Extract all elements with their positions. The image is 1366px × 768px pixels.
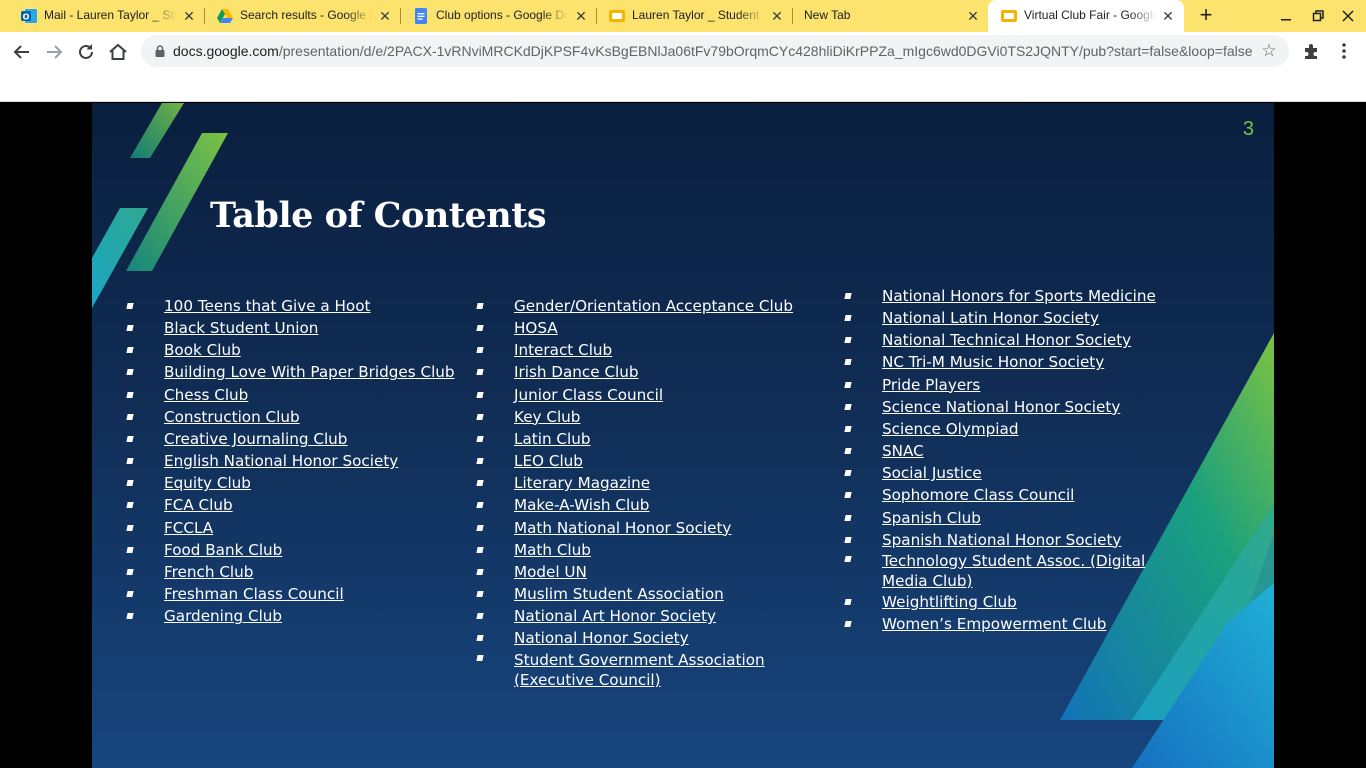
svg-text:O: O xyxy=(23,13,30,22)
toc-link[interactable]: Women’s Empowerment Club xyxy=(882,613,1162,635)
home-icon[interactable] xyxy=(105,39,131,65)
toc-link[interactable]: Food Bank Club xyxy=(164,539,455,561)
google-drive-icon xyxy=(216,7,234,25)
browser-toolbar: docs.google.com/presentation/d/e/2PACX-1… xyxy=(0,32,1366,71)
toc-link[interactable]: LEO Club xyxy=(514,450,804,472)
minimize-icon[interactable] xyxy=(1276,6,1296,26)
tab-mail[interactable]: O Mail - Lauren Taylor _ Student ✕ xyxy=(8,0,204,32)
toc-link[interactable]: Social Justice xyxy=(882,462,1162,484)
forward-arrow-icon[interactable] xyxy=(41,39,67,65)
toc-link[interactable]: Black Student Union xyxy=(164,317,455,339)
url-host: docs.google.com xyxy=(173,43,279,59)
toc-column-2: Gender/Orientation Acceptance Club HOSA In… xyxy=(514,295,804,690)
toc-link[interactable]: Equity Club xyxy=(164,472,455,494)
close-icon[interactable]: ✕ xyxy=(964,7,982,25)
toc-link[interactable]: Gardening Club xyxy=(164,605,455,627)
toc-link[interactable]: Construction Club xyxy=(164,406,455,428)
toc-link[interactable]: Weightlifting Club xyxy=(882,591,1162,613)
address-bar[interactable]: docs.google.com/presentation/d/e/2PACX-1… xyxy=(141,35,1289,67)
toc-link[interactable]: Math National Honor Society xyxy=(514,517,804,539)
reload-icon[interactable] xyxy=(73,39,99,65)
tab-title: Mail - Lauren Taylor _ Student xyxy=(44,8,176,22)
toc-link[interactable]: Science National Honor Society xyxy=(882,396,1162,418)
toc-link[interactable]: National Art Honor Society xyxy=(514,605,804,627)
toc-column-3: National Honors for Sports Medicine Natio… xyxy=(882,285,1162,635)
toc-link[interactable]: SNAC xyxy=(882,440,1162,462)
google-docs-icon xyxy=(412,7,430,25)
toc-link[interactable]: NC Tri-M Music Honor Society xyxy=(882,351,1162,373)
toc-link[interactable]: French Club xyxy=(164,561,455,583)
close-icon[interactable]: ✕ xyxy=(572,7,590,25)
toc-link[interactable]: Freshman Class Council xyxy=(164,583,455,605)
tab-title: Search results - Google Drive xyxy=(240,8,372,22)
close-icon[interactable]: ✕ xyxy=(1159,7,1177,25)
toc-link[interactable]: Latin Club xyxy=(514,428,804,450)
tab-club-options-doc[interactable]: Club options - Google Docs ✕ xyxy=(400,0,596,32)
toc-link[interactable]: Make-A-Wish Club xyxy=(514,494,804,516)
google-slides-icon xyxy=(1000,7,1018,25)
toc-link[interactable]: Science Olympiad xyxy=(882,418,1162,440)
toc-link[interactable]: Sophomore Class Council xyxy=(882,484,1162,506)
toc-link[interactable]: Technology Student Assoc. (Digital Media… xyxy=(882,551,1162,591)
slide-number: 3 xyxy=(1242,118,1254,140)
toc-link[interactable]: Literary Magazine xyxy=(514,472,804,494)
page-header-strip xyxy=(0,71,1366,102)
toc-link[interactable]: Creative Journaling Club xyxy=(164,428,455,450)
toc-link[interactable]: National Honors for Sports Medicine xyxy=(882,285,1162,307)
url-path: /presentation/d/e/2PACX-1vRNviMRCKdDjKPS… xyxy=(278,43,1253,59)
tab-title: Club options - Google Docs xyxy=(436,8,568,22)
tab-strip: O Mail - Lauren Taylor _ Student ✕ Searc… xyxy=(0,0,1366,32)
close-icon[interactable]: ✕ xyxy=(376,7,394,25)
toc-link[interactable]: Key Club xyxy=(514,406,804,428)
toc-link[interactable]: Gender/Orientation Acceptance Club xyxy=(514,295,804,317)
toc-link[interactable]: Irish Dance Club xyxy=(514,361,804,383)
url-text: docs.google.com/presentation/d/e/2PACX-1… xyxy=(173,43,1253,59)
toc-link[interactable]: Math Club xyxy=(514,539,804,561)
toc-link[interactable]: Chess Club xyxy=(164,384,455,406)
extensions-puzzle-icon[interactable] xyxy=(1302,41,1322,61)
slide: 3 Table of Contents 100 Teens that Give … xyxy=(92,103,1274,768)
tab-new-tab[interactable]: New Tab ✕ xyxy=(792,0,988,32)
outlook-icon: O xyxy=(20,7,38,25)
lock-icon xyxy=(153,44,167,58)
toc-link[interactable]: Book Club xyxy=(164,339,455,361)
toc-link[interactable]: Building Love With Paper Bridges Club xyxy=(164,361,455,383)
more-menu-icon[interactable] xyxy=(1334,39,1354,63)
toc-link[interactable]: HOSA xyxy=(514,317,804,339)
toc-link[interactable]: Model UN xyxy=(514,561,804,583)
tab-lauren-taylor-slides[interactable]: Lauren Taylor _ Student ✕ xyxy=(596,0,792,32)
back-arrow-icon[interactable] xyxy=(9,39,35,65)
tab-title: Virtual Club Fair - Google Slides xyxy=(1024,8,1156,22)
toc-link[interactable]: National Honor Society xyxy=(514,627,804,649)
toc-link[interactable]: Pride Players xyxy=(882,374,1162,396)
tab-title: Lauren Taylor _ Student xyxy=(632,8,760,22)
toc-link[interactable]: English National Honor Society xyxy=(164,450,455,472)
toc-link[interactable]: Junior Class Council xyxy=(514,384,804,406)
toc-link[interactable]: National Latin Honor Society xyxy=(882,307,1162,329)
toc-link[interactable]: Interact Club xyxy=(514,339,804,361)
toc-link[interactable]: Spanish National Honor Society xyxy=(882,529,1162,551)
tab-virtual-club-fair[interactable]: Virtual Club Fair - Google Slides ✕ xyxy=(988,0,1184,32)
close-icon[interactable]: ✕ xyxy=(768,7,786,25)
toc-link[interactable]: 100 Teens that Give a Hoot xyxy=(164,295,455,317)
tab-title: New Tab xyxy=(804,8,851,22)
new-tab-button[interactable]: + xyxy=(1195,4,1217,27)
toc-link[interactable]: Spanish Club xyxy=(882,507,1162,529)
bookmark-star-icon[interactable]: ☆ xyxy=(1259,41,1279,61)
google-slides-icon xyxy=(608,7,626,25)
toc-link[interactable]: FCA Club xyxy=(164,494,455,516)
toc-link[interactable]: Student Government Association (Executiv… xyxy=(514,650,804,690)
toc-link[interactable]: Muslim Student Association xyxy=(514,583,804,605)
slide-title: Table of Contents xyxy=(210,195,547,236)
close-icon[interactable]: ✕ xyxy=(180,7,198,25)
close-window-icon[interactable] xyxy=(1338,6,1358,26)
toc-column-1: 100 Teens that Give a Hoot Black Student … xyxy=(164,295,455,627)
tab-drive-search[interactable]: Search results - Google Drive ✕ xyxy=(204,0,400,32)
toc-link[interactable]: FCCLA xyxy=(164,517,455,539)
restore-icon[interactable] xyxy=(1308,6,1328,26)
toc-link[interactable]: National Technical Honor Society xyxy=(882,329,1162,351)
